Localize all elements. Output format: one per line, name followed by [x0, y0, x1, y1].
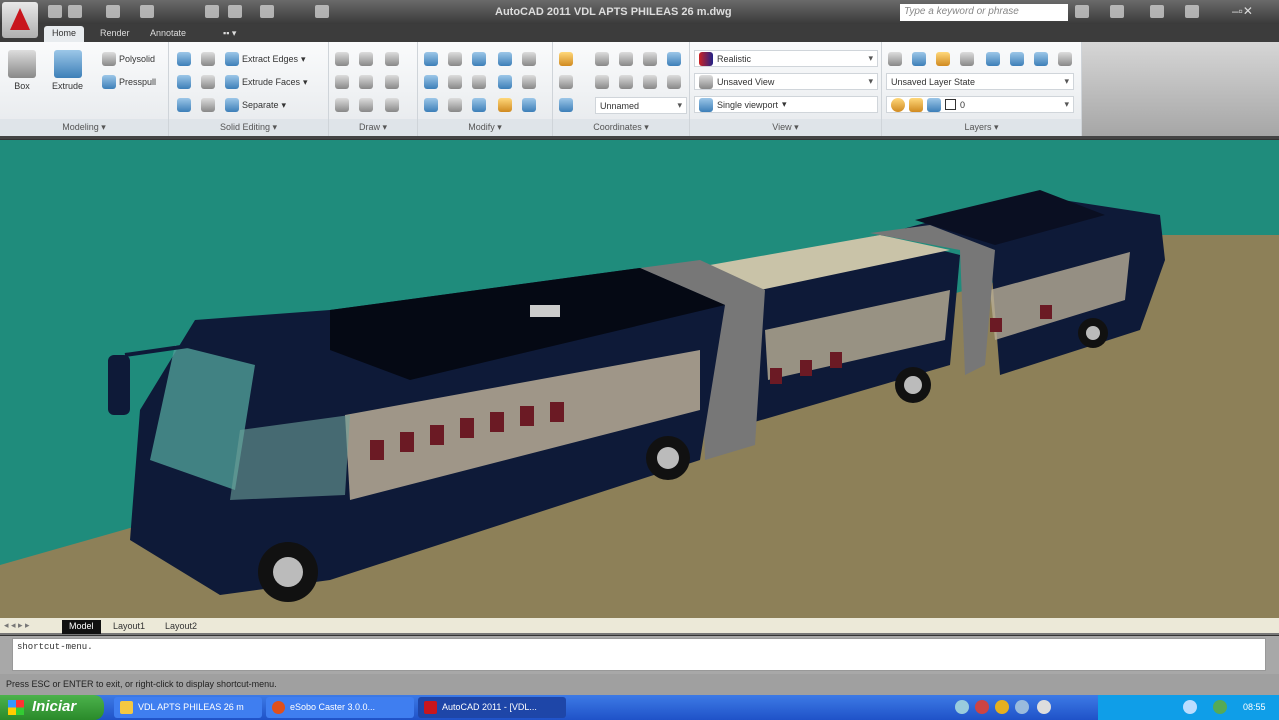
communication-icon[interactable]: [1110, 5, 1124, 18]
panel-layers: Unsaved Layer State ▾ 0 ▾ Layers ▾: [882, 42, 1082, 136]
workspace-icon[interactable]: [315, 5, 329, 18]
panel-label[interactable]: Modify ▾: [418, 119, 552, 136]
layer-state-dropdown[interactable]: Unsaved Layer State ▾: [886, 73, 1074, 90]
presspull-button[interactable]: Presspull: [102, 75, 156, 89]
volume-icon: [1213, 700, 1227, 714]
tab-layout2[interactable]: Layout2: [158, 620, 204, 634]
panel-label[interactable]: Draw ▾: [329, 119, 417, 136]
autocad-icon: [424, 701, 437, 714]
panel-draw: Draw ▾: [329, 42, 418, 136]
panel-solid-editing: Extract Edges ▾ Extrude Faces ▾ Separate…: [169, 42, 329, 136]
polysolid-button[interactable]: Polysolid: [102, 52, 155, 66]
panel-label[interactable]: Coordinates ▾: [553, 119, 689, 136]
taskbar: Iniciar VDL APTS PHILEAS 26 m eSobo Cast…: [0, 695, 1279, 720]
panel-label[interactable]: Modeling ▾: [0, 119, 168, 136]
extract-edges-button[interactable]: Extract Edges ▾: [225, 52, 306, 66]
network-icon: [1183, 700, 1197, 714]
binoculars-icon[interactable]: [1075, 5, 1089, 18]
command-window: shortcut-menu.: [0, 636, 1279, 674]
extrude-label: Extrude: [52, 81, 84, 91]
tab-navigation-arrows[interactable]: ◂ ◂ ▸ ▸: [4, 620, 30, 631]
windows-logo-icon: [8, 700, 24, 715]
redo-icon[interactable]: [106, 5, 120, 18]
presspull-label: Presspull: [119, 77, 157, 87]
task-folder[interactable]: VDL APTS PHILEAS 26 m: [114, 697, 262, 718]
tray-icon: [1015, 700, 1029, 714]
panel-modify: Modify ▾: [418, 42, 553, 136]
panel-modeling: Box Extrude Polysolid Presspull Modeling…: [0, 42, 169, 136]
start-button[interactable]: Iniciar: [0, 695, 104, 720]
visual-style-dropdown[interactable]: Realistic ▾: [694, 50, 878, 67]
clock: 08:55: [1243, 702, 1266, 712]
polysolid-icon: [102, 52, 116, 66]
tab-annotate[interactable]: Annotate: [142, 26, 194, 42]
lightbulb-icon: [891, 97, 905, 112]
window-controls[interactable]: –▫✕: [1232, 4, 1253, 18]
separate-button[interactable]: Separate ▾: [225, 98, 286, 112]
mirror: [108, 355, 130, 415]
command-line[interactable]: shortcut-menu.: [12, 638, 1266, 671]
tab-model[interactable]: Model: [62, 620, 101, 634]
panel-view: Realistic ▾ Unsaved View ▾ Single viewport…: [690, 42, 882, 136]
viewport-dropdown[interactable]: Single viewport ▾: [694, 96, 878, 113]
app-icon: [272, 701, 285, 714]
plot-icon[interactable]: [140, 5, 154, 18]
zoom-icon[interactable]: [228, 5, 242, 18]
help-icon[interactable]: [1185, 5, 1199, 18]
tab-more[interactable]: ▪▪ ▾: [215, 26, 244, 42]
panel-label[interactable]: Layers ▾: [882, 119, 1081, 136]
extrude-button[interactable]: Extrude: [52, 50, 83, 91]
panel-coordinates: Unnamed ▾ Coordinates ▾: [553, 42, 690, 136]
pan-icon[interactable]: [205, 5, 219, 18]
new-icon[interactable]: [48, 5, 62, 18]
window-title: AutoCAD 2011 VDL APTS PHILEAS 26 m.dwg: [495, 6, 732, 18]
orbit-icon[interactable]: [260, 5, 274, 18]
layer-dropdown[interactable]: 0 ▾: [886, 96, 1074, 113]
system-tray: 08:55: [1098, 695, 1279, 720]
ribbon-empty-area: [1082, 42, 1279, 136]
task-autocad[interactable]: AutoCAD 2011 - [VDL...: [418, 697, 566, 718]
autocad-logo-icon: [10, 8, 30, 30]
extrude-faces-button[interactable]: Extrude Faces ▾: [225, 75, 308, 89]
named-view-dropdown[interactable]: Unsaved View ▾: [694, 73, 878, 90]
ribbon-tabs: Home Render Annotate ▪▪ ▾: [0, 24, 1279, 42]
tab-render[interactable]: Render: [92, 26, 138, 42]
favorites-icon[interactable]: [1150, 5, 1164, 18]
presspull-icon: [102, 75, 116, 89]
tray-icon: [955, 700, 969, 714]
application-menu-button[interactable]: [2, 2, 38, 38]
lock-icon: [927, 97, 941, 112]
panel-label[interactable]: Solid Editing ▾: [169, 119, 328, 136]
drawing-viewport[interactable]: [0, 140, 1279, 618]
ribbon: Box Extrude Polysolid Presspull Modeling…: [0, 42, 1279, 139]
polysolid-label: Polysolid: [119, 54, 156, 64]
task-video-caster[interactable]: eSobo Caster 3.0.0...: [266, 697, 414, 718]
search-input[interactable]: Type a keyword or phrase: [900, 4, 1068, 21]
command-history: shortcut-menu.: [17, 642, 93, 652]
box-button[interactable]: Box: [8, 50, 36, 91]
sun-icon: [909, 97, 923, 112]
panel-label[interactable]: View ▾: [690, 119, 881, 136]
box-label: Box: [14, 81, 30, 91]
layout-tabs: ◂ ◂ ▸ ▸ Model Layout1 Layout2: [0, 618, 1279, 635]
bus-3d-model: [0, 190, 1279, 618]
undo-icon[interactable]: [68, 5, 82, 18]
chrome-icon: [995, 700, 1009, 714]
tab-layout1[interactable]: Layout1: [106, 620, 152, 634]
ucs-dropdown[interactable]: Unnamed ▾: [595, 97, 687, 114]
tray-icon: [975, 700, 989, 714]
tab-home[interactable]: Home: [44, 26, 85, 42]
tray-icon: [1037, 700, 1051, 714]
folder-icon: [120, 701, 133, 714]
title-bar: AutoCAD 2011 VDL APTS PHILEAS 26 m.dwg T…: [0, 0, 1279, 24]
status-bar: Press ESC or ENTER to exit, or right-cli…: [0, 674, 1279, 695]
